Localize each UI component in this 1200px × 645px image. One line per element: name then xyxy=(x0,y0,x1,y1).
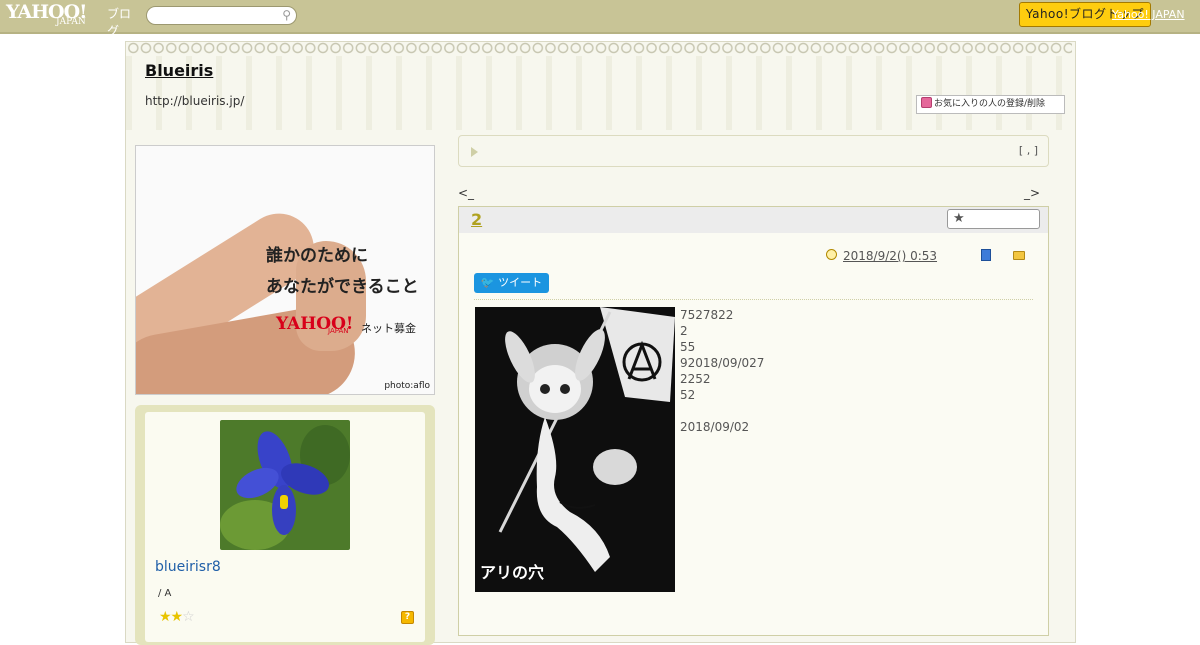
yahoo-japan-link[interactable]: Yahoo! JAPAN xyxy=(1112,8,1185,21)
blog-url: http://blueiris.jp/ xyxy=(145,94,245,108)
divider xyxy=(474,299,1033,300)
top-bar: YAHOO! JAPAN ブログ ⚲ Yahoo!ブログトップ Yahoo! J… xyxy=(0,0,1200,38)
next-article-link[interactable]: _> xyxy=(1024,186,1040,200)
favorite-register-button[interactable]: お気に入りの人の登録/削除 xyxy=(916,95,1065,114)
article-line: 2 xyxy=(680,324,688,338)
search-box: ⚲ xyxy=(146,6,297,25)
notebook-holes xyxy=(127,42,1072,54)
notice-box: [ , ] xyxy=(458,135,1049,167)
article-date[interactable]: 2018/9/2() 0:53 xyxy=(843,249,937,263)
article-illustration xyxy=(475,307,675,592)
profile-text: / A xyxy=(158,588,172,599)
blog-title[interactable]: Blueiris xyxy=(145,61,213,80)
article-line xyxy=(680,403,764,419)
article-line: 92018/09/027 xyxy=(680,356,765,370)
ad-photo-credit: photo:aflo xyxy=(384,381,430,391)
article-line: 2252 xyxy=(680,372,711,386)
search-icon[interactable]: ⚲ xyxy=(282,8,291,22)
article-line: 55 xyxy=(680,340,696,354)
tweet-label: ツイート xyxy=(498,276,543,289)
article-line: 52 xyxy=(680,388,696,402)
help-icon[interactable]: ? xyxy=(401,611,414,624)
clock-icon xyxy=(826,249,837,260)
avatar[interactable] xyxy=(220,420,350,550)
tweet-bird-icon: 🐦 xyxy=(480,276,499,289)
article-line: 7527822 xyxy=(680,308,734,322)
donation-ad-banner[interactable]: 誰かのために あなたができること YAHOO! JAPAN ネット募金 phot… xyxy=(135,145,435,395)
avatar-petal-4 xyxy=(272,485,296,535)
article-star-button[interactable]: ★ xyxy=(947,209,1040,229)
notice-bracket: [ , ] xyxy=(1018,144,1038,157)
article-line: 2018/09/02 xyxy=(680,420,750,434)
rating-stars-off: ☆ xyxy=(182,609,195,625)
article-image[interactable]: アリの穴 xyxy=(475,307,675,592)
prev-article-link[interactable]: <_ xyxy=(458,186,474,200)
logo-sub: JAPAN xyxy=(56,17,86,27)
avatar-flower-center xyxy=(280,495,288,509)
ad-line-1: 誰かのために xyxy=(266,246,368,266)
article-title[interactable]: 2 xyxy=(471,210,482,229)
triangle-icon[interactable] xyxy=(471,147,478,157)
ad-brand-sub: JAPAN xyxy=(328,327,349,335)
rating-stars-on: ★★ xyxy=(159,609,183,625)
logo-suffix: ブログ xyxy=(107,7,132,38)
favorite-register-label: お気に入りの人の登録/削除 xyxy=(934,99,1046,109)
folder-icon[interactable] xyxy=(1013,251,1025,260)
yahoo-blog-logo[interactable]: YAHOO! JAPAN ブログ xyxy=(6,1,141,38)
ad-brand-suffix: ネット募金 xyxy=(361,322,416,335)
search-input[interactable] xyxy=(155,9,279,24)
heart-icon xyxy=(921,97,932,108)
image-caption: アリの穴 xyxy=(480,563,545,582)
profile-username[interactable]: blueirisr8 xyxy=(155,559,221,575)
header-texture xyxy=(126,56,1073,130)
ad-line-2: あなたができること xyxy=(266,277,419,297)
book-icon[interactable] xyxy=(981,249,991,261)
tweet-button[interactable]: 🐦 ツイート xyxy=(474,273,549,293)
rating-stars: ★★☆ xyxy=(159,609,195,625)
article-body: 7527822 2 55 92018/09/027 2252 52 2018/0… xyxy=(680,307,764,435)
